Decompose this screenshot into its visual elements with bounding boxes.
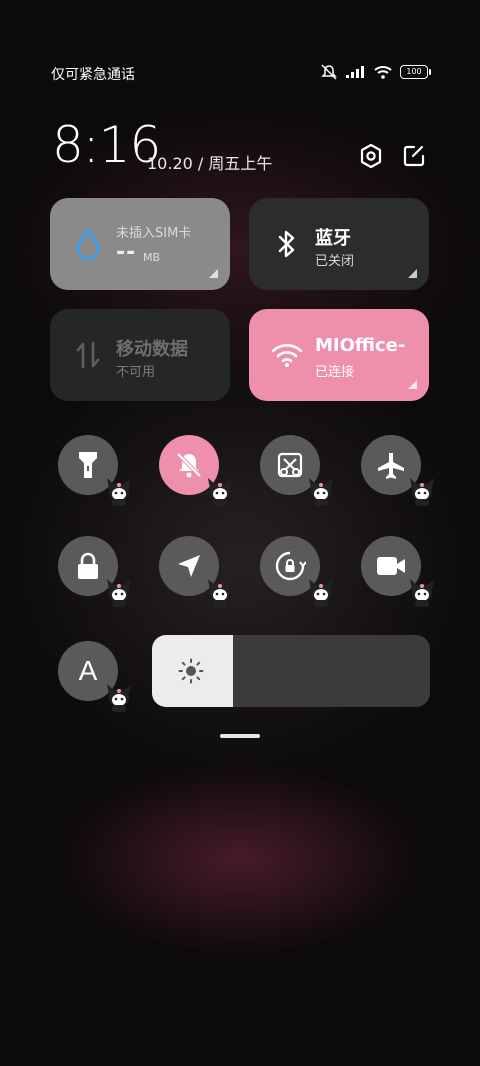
mobile-data-icon <box>70 337 106 373</box>
lock-icon <box>78 552 98 579</box>
settings-button[interactable] <box>355 140 387 172</box>
bluetooth-icon <box>269 226 305 262</box>
battery-icon: 100 <box>400 65 431 79</box>
kuromi-sticker-icon <box>107 478 131 506</box>
data-usage-tile[interactable]: 未插入SIM卡 -- MB <box>50 198 230 290</box>
kuromi-sticker-icon <box>309 478 333 506</box>
water-drop-icon <box>70 226 106 262</box>
font-size-toggle[interactable]: A <box>58 641 131 712</box>
kuromi-sticker-icon <box>107 579 131 607</box>
airplane-mode-toggle[interactable] <box>361 435 434 506</box>
bell-off-icon <box>176 452 202 478</box>
status-icons: 100 <box>320 64 431 80</box>
data-usage-value: -- <box>116 240 137 265</box>
sun-icon <box>178 658 204 684</box>
kuromi-sticker-icon <box>208 478 232 506</box>
kuromi-sticker-icon <box>410 579 434 607</box>
lock-screen-toggle[interactable] <box>58 536 131 607</box>
location-arrow-icon <box>178 555 200 577</box>
kuromi-sticker-icon <box>107 684 131 712</box>
location-toggle[interactable] <box>159 536 232 607</box>
flashlight-icon <box>79 452 97 478</box>
expand-corner-icon <box>408 380 417 389</box>
wifi-icon <box>269 337 305 373</box>
font-size-icon: A <box>78 655 98 686</box>
mobile-data-title: 移动数据 <box>116 339 188 360</box>
clock: 8:16 <box>52 116 161 174</box>
mobile-data-tile[interactable]: 移动数据 不可用 <box>50 309 230 401</box>
flashlight-toggle[interactable] <box>58 435 131 506</box>
signal-icon <box>346 66 364 78</box>
wifi-network-name: MIOffice- <box>315 335 406 356</box>
expand-corner-icon <box>209 269 218 278</box>
mute-icon <box>321 64 337 80</box>
rotation-lock-icon <box>275 551 306 581</box>
edit-button[interactable] <box>398 140 430 172</box>
kuromi-sticker-icon <box>309 579 333 607</box>
data-usage-unit: MB <box>143 251 161 264</box>
kuromi-sticker-icon <box>208 579 232 607</box>
wifi-status: 已连接 <box>315 365 355 380</box>
screenshot-toggle[interactable] <box>260 435 333 506</box>
bluetooth-title: 蓝牙 <box>315 228 351 249</box>
wifi-icon <box>374 66 392 79</box>
video-camera-icon <box>377 557 405 575</box>
scissors-icon <box>277 452 303 478</box>
silent-toggle[interactable] <box>159 435 232 506</box>
bluetooth-tile[interactable]: 蓝牙 已关闭 <box>249 198 429 290</box>
sim-status: 未插入SIM卡 <box>116 226 192 241</box>
wifi-tile[interactable]: MIOffice- 已连接 <box>249 309 429 401</box>
bluetooth-status: 已关闭 <box>315 254 355 269</box>
gear-icon <box>360 143 382 169</box>
date: 10.20 / 周五上午 <box>147 154 273 173</box>
airplane-icon <box>378 453 404 479</box>
mobile-data-status: 不可用 <box>116 365 156 380</box>
kuromi-sticker-icon <box>410 478 434 506</box>
screen-recorder-toggle[interactable] <box>361 536 434 607</box>
panel-drag-handle[interactable] <box>220 734 260 738</box>
expand-corner-icon <box>408 269 417 278</box>
carrier-status: 仅可紧急通话 <box>51 67 135 83</box>
rotation-lock-toggle[interactable] <box>260 536 333 607</box>
edit-icon <box>403 145 425 167</box>
brightness-slider[interactable] <box>152 635 430 707</box>
